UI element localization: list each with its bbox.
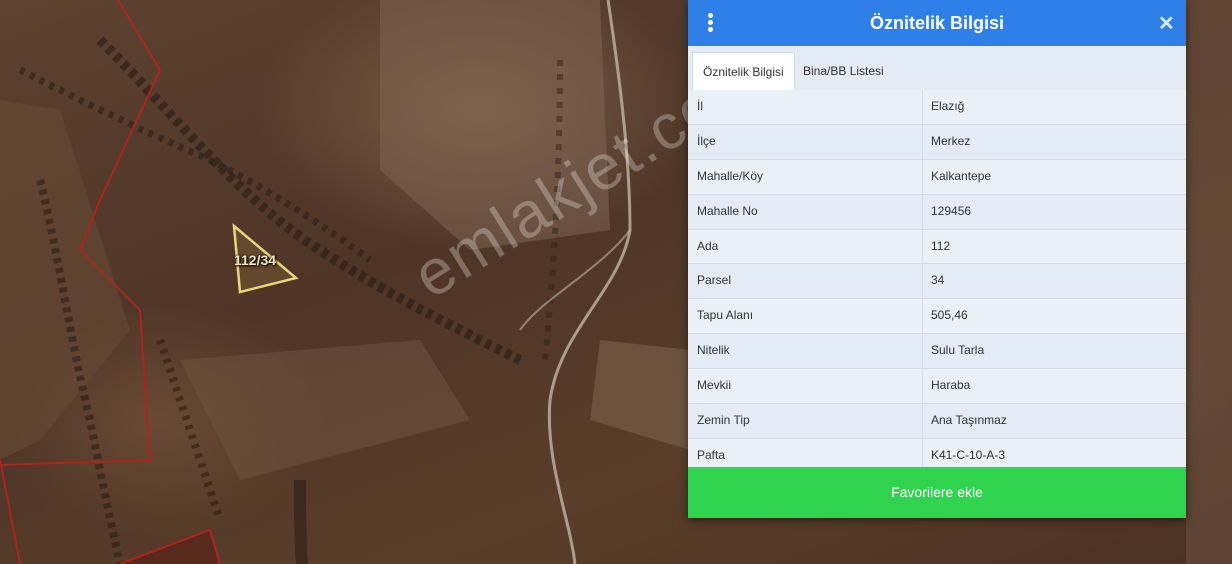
table-row: Zemin Tip Ana Taşınmaz [688, 404, 1186, 439]
row-value: Ana Taşınmaz [931, 413, 1007, 428]
table-row: Mahalle No 129456 [688, 194, 1186, 230]
row-value: Elazığ [931, 99, 965, 113]
tab-attribute-info[interactable]: Öznitelik Bilgisi [692, 52, 795, 90]
tab-building-list[interactable]: Bina/BB Listesi [793, 52, 894, 90]
row-value: Kalkantepe [931, 168, 992, 183]
close-icon[interactable]: ✕ [1158, 11, 1175, 36]
add-to-favorites-button[interactable]: Favorilere ekle [688, 467, 1186, 518]
parcel-label: 112/34 [234, 252, 277, 268]
table-row: Parsel 34 [688, 264, 1186, 300]
row-value: 34 [931, 273, 945, 288]
row-value: 129456 [931, 203, 972, 218]
row-key: Mahalle/Köy [697, 168, 764, 183]
row-key: İlçe [697, 133, 716, 148]
table-row: Mevkii Haraba [688, 369, 1186, 405]
attribute-info-panel: Öznitelik Bilgisi ✕ Öznitelik Bilgisi Bi… [688, 0, 1186, 518]
table-row: Nitelik Sulu Tarla [688, 334, 1186, 370]
panel-header: Öznitelik Bilgisi ✕ [688, 0, 1186, 46]
panel-title: Öznitelik Bilgisi [869, 13, 1005, 33]
row-value: Haraba [931, 378, 971, 393]
row-key: Zemin Tip [697, 413, 750, 428]
tab-bar: Öznitelik Bilgisi Bina/BB Listesi [688, 46, 1186, 91]
row-value: Sulu Tarla [931, 343, 985, 358]
table-row: Tapu Alanı 505,46 [688, 299, 1186, 335]
row-value: 112 [931, 238, 951, 253]
table-row: İl Elazığ [688, 90, 1186, 125]
row-key: Mahalle No [697, 203, 758, 218]
table-row: Ada 112 [688, 229, 1186, 265]
row-key: Parsel [697, 273, 732, 288]
row-key: Nitelik [697, 343, 730, 358]
row-value: 505,46 [931, 308, 968, 323]
row-key: Mevkii [697, 378, 732, 393]
table-row: Mahalle/Köy Kalkantepe [688, 159, 1186, 195]
row-key: Ada [697, 238, 719, 253]
row-value: Merkez [931, 133, 971, 148]
attribute-table: İl Elazığ İlçe Merkez Mahalle/Köy Kalkantep… [688, 90, 1186, 474]
table-row: İlçe Merkez [688, 124, 1186, 160]
row-key: İl [697, 99, 703, 113]
row-key: Tapu Alanı [697, 308, 754, 323]
